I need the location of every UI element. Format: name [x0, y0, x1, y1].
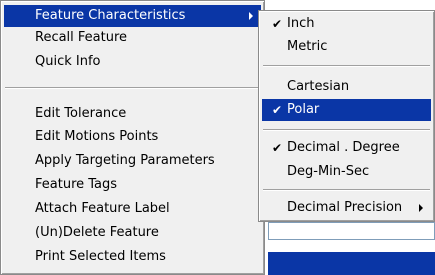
menu-item-attach-feature-label[interactable]: Attach Feature Label — [4, 198, 261, 220]
menu-item-label: Attach Feature Label — [35, 201, 170, 216]
context-menu: Feature Characteristics Recall Feature Q… — [0, 0, 265, 275]
submenu-item-polar[interactable]: ✔ Polar — [262, 99, 431, 121]
submenu-arrow-icon — [249, 12, 253, 20]
submenu-item-label: Deg-Min-Sec — [287, 164, 370, 179]
menu-item-recall-feature[interactable]: Recall Feature — [4, 27, 261, 49]
menu-item-edit-motions-points[interactable]: Edit Motions Points — [4, 126, 261, 148]
menu-item-label: Recall Feature — [35, 30, 128, 45]
submenu-item-label: Inch — [287, 16, 315, 31]
menu-separator — [5, 87, 260, 89]
submenu-item-metric[interactable]: Metric — [262, 36, 431, 58]
menu-separator — [263, 65, 430, 67]
menu-item-label: Apply Targeting Parameters — [35, 153, 215, 168]
menu-item-feature-characteristics[interactable]: Feature Characteristics — [4, 5, 261, 27]
check-icon: ✔ — [271, 141, 283, 155]
menu-item-feature-tags[interactable]: Feature Tags — [4, 174, 261, 196]
menu-item-label: Edit Motions Points — [35, 129, 159, 144]
submenu-item-decimal-precision[interactable]: Decimal Precision — [262, 197, 431, 219]
submenu-item-label: Decimal . Degree — [287, 140, 400, 155]
menu-item-undelete-feature[interactable]: (Un)Delete Feature — [4, 222, 261, 244]
menu-item-apply-targeting-parameters[interactable]: Apply Targeting Parameters — [4, 150, 261, 172]
menu-item-label: Quick Info — [35, 54, 101, 69]
menu-item-label: Feature Characteristics — [35, 8, 186, 23]
background-selection-bar — [268, 252, 435, 275]
menu-item-label: Feature Tags — [35, 177, 118, 192]
check-icon: ✔ — [271, 103, 283, 117]
menu-separator — [263, 129, 430, 131]
background-field — [268, 222, 435, 240]
check-icon: ✔ — [271, 17, 283, 31]
menu-item-edit-tolerance[interactable]: Edit Tolerance — [4, 103, 261, 125]
menu-item-print-selected-items[interactable]: Print Selected Items — [4, 246, 261, 268]
submenu-item-inch[interactable]: ✔ Inch — [262, 13, 431, 35]
menu-item-label: (Un)Delete Feature — [35, 225, 159, 240]
submenu-item-deg-min-sec[interactable]: Deg-Min-Sec — [262, 161, 431, 183]
submenu-item-label: Metric — [287, 39, 328, 54]
submenu-item-cartesian[interactable]: Cartesian — [262, 76, 431, 98]
menu-item-quick-info[interactable]: Quick Info — [4, 51, 261, 73]
submenu-item-label: Cartesian — [287, 79, 350, 94]
feature-characteristics-submenu: ✔ Inch Metric Cartesian ✔ Polar ✔ Decima… — [258, 10, 435, 222]
submenu-item-label: Polar — [287, 102, 320, 117]
menu-separator — [263, 189, 430, 191]
submenu-item-label: Decimal Precision — [287, 200, 403, 215]
submenu-item-decimal-degree[interactable]: ✔ Decimal . Degree — [262, 137, 431, 159]
submenu-arrow-icon — [419, 204, 423, 212]
menu-item-label: Edit Tolerance — [35, 106, 127, 121]
menu-item-label: Print Selected Items — [35, 249, 166, 264]
